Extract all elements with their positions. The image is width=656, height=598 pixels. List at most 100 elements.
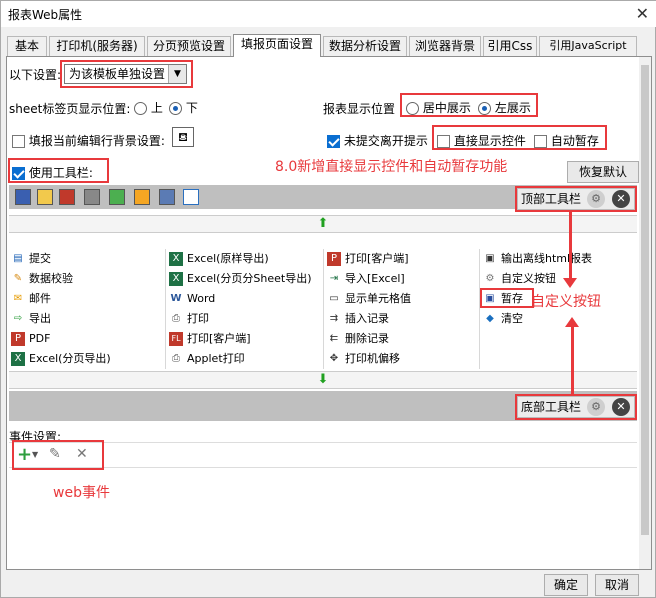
insert-row-icon: ⇉ — [329, 313, 339, 324]
item-excel-page[interactable]: X Excel(分页导出) — [9, 349, 111, 369]
flash-print-icon: FL — [169, 332, 183, 346]
mail-icon — [134, 189, 150, 205]
import-icon: ⇥ — [329, 273, 339, 284]
submit-icon: ▤ — [13, 253, 23, 264]
new-feature-annotation: 8.0新增直接显示控件和自动暂存功能 — [275, 159, 508, 175]
highlight-box — [400, 93, 538, 117]
tab-css[interactable]: 引用Css — [483, 36, 537, 56]
item-label: 输出离线html报表 — [501, 252, 593, 265]
item-custom-button[interactable]: ⚙ 自定义按钮 — [481, 269, 556, 289]
cell-icon: ▭ — [329, 293, 339, 304]
tab-javascript[interactable]: 引用JavaScript — [539, 36, 637, 56]
sheet-top-radio[interactable]: 上 — [134, 99, 163, 116]
excel-icon: X — [11, 352, 25, 366]
item-label: Excel(原样导出) — [187, 252, 269, 265]
move-icon: ✥ — [329, 353, 339, 364]
item-show-cell-value[interactable]: ▭ 显示单元格值 — [325, 289, 411, 309]
save-icon — [15, 189, 31, 205]
item-print-client[interactable]: P 打印[客户端] — [325, 249, 409, 269]
item-print[interactable]: ⎙ 打印 — [167, 309, 209, 329]
annotation-arrow — [571, 323, 574, 396]
item-label: 删除记录 — [345, 332, 389, 345]
tree-icon — [159, 189, 175, 205]
scrollbar-track[interactable] — [639, 57, 651, 569]
sheet-position-label: sheet标签页显示位置: — [9, 102, 131, 116]
applet-print-icon: ⎙ — [172, 353, 180, 364]
item-label: 打印[客户端] — [345, 252, 409, 265]
item-print-client-2[interactable]: FL 打印[客户端] — [167, 329, 251, 349]
tab-bar: 基本 打印机(服务器) 分页预览设置 填报页面设置 数据分析设置 浏览器背景 引… — [7, 34, 653, 57]
delete-row-icon: ⇇ — [329, 333, 339, 344]
tab-data-analysis[interactable]: 数据分析设置 — [323, 36, 407, 56]
sheet-bottom-label: 下 — [185, 101, 198, 115]
window-icon — [183, 189, 199, 205]
item-delete-record[interactable]: ⇇ 删除记录 — [325, 329, 389, 349]
cancel-button[interactable]: 取消 — [595, 574, 639, 596]
pencil-icon: ✎ — [13, 273, 23, 284]
excel-icon: X — [169, 272, 183, 286]
below-settings-label: 以下设置: — [9, 68, 62, 82]
item-label: PDF — [29, 332, 51, 345]
item-data-validate[interactable]: ✎ 数据校验 — [9, 269, 73, 289]
item-label: 插入记录 — [345, 312, 389, 325]
export-icon — [109, 189, 125, 205]
fill-bg-label: 填报当前编辑行背景设置: — [28, 134, 165, 148]
item-label: Applet打印 — [187, 352, 245, 365]
item-label: Excel(分页导出) — [29, 352, 111, 365]
highlight-box — [60, 60, 193, 88]
item-label: 显示单元格值 — [345, 292, 411, 305]
arrow-head-up-icon — [565, 317, 579, 327]
item-excel-sheet[interactable]: X Excel(分页分Sheet导出) — [167, 269, 312, 289]
item-export[interactable]: ⇨ 导出 — [9, 309, 51, 329]
tab-basic[interactable]: 基本 — [7, 36, 47, 56]
item-label: 数据校验 — [29, 272, 73, 285]
move-up-arrow[interactable]: ⬆ — [9, 215, 637, 233]
export-icon: ⇨ — [13, 313, 23, 324]
tab-printer-server[interactable]: 打印机(服务器) — [49, 36, 145, 56]
highlight-box — [480, 288, 534, 308]
eraser-icon: ◆ — [486, 313, 494, 324]
pencil-icon — [37, 189, 53, 205]
item-applet-print[interactable]: ⎙ Applet打印 — [167, 349, 245, 369]
item-printer-offset[interactable]: ✥ 打印机偏移 — [325, 349, 400, 369]
paint-bucket-icon[interactable]: ⛾ — [172, 127, 194, 147]
move-down-arrow[interactable]: ⬇ — [9, 371, 637, 389]
flash-print-icon — [59, 189, 75, 205]
annotation-arrow — [569, 212, 572, 284]
tab-fill-page[interactable]: 填报页面设置 — [233, 34, 321, 57]
tab-browser-bg[interactable]: 浏览器背景 — [409, 36, 481, 56]
document-icon: ▣ — [485, 253, 495, 264]
window-title: 报表Web属性 — [8, 8, 83, 22]
item-label: 导入[Excel] — [345, 272, 405, 285]
ok-button[interactable]: 确定 — [544, 574, 588, 596]
restore-default-button[interactable]: 恢复默认 — [567, 161, 639, 183]
item-mail[interactable]: ✉ 邮件 — [9, 289, 51, 309]
item-word[interactable]: W Word — [167, 289, 215, 309]
fill-bg-checkbox[interactable]: 填报当前编辑行背景设置: — [12, 132, 165, 149]
close-icon[interactable]: ✕ — [636, 4, 649, 23]
print-icon: ⎙ — [172, 313, 180, 324]
item-clear[interactable]: ◆ 清空 — [481, 309, 523, 329]
item-label: 清空 — [501, 312, 523, 325]
item-offline-html[interactable]: ▣ 输出离线html报表 — [481, 249, 592, 269]
item-pdf[interactable]: P PDF — [9, 329, 50, 349]
item-label: 提交 — [29, 252, 51, 265]
item-excel-original[interactable]: X Excel(原样导出) — [167, 249, 269, 269]
item-import-excel[interactable]: ⇥ 导入[Excel] — [325, 269, 405, 289]
pdf-print-icon: P — [327, 252, 341, 266]
arrow-head-down-icon — [563, 278, 577, 288]
tab-page-preview[interactable]: 分页预览设置 — [147, 36, 231, 56]
pdf-icon: P — [11, 332, 25, 346]
dialog-window: 报表Web属性 ✕ 基本 打印机(服务器) 分页预览设置 填报页面设置 数据分析… — [0, 0, 656, 598]
item-submit[interactable]: ▤ 提交 — [9, 249, 51, 269]
unsubmitted-checkbox[interactable]: 未提交离开提示 — [327, 132, 428, 149]
report-position-label: 报表显示位置 — [323, 102, 396, 116]
highlight-box — [8, 158, 109, 183]
sheet-bottom-radio[interactable]: 下 — [169, 99, 198, 116]
unsubmitted-label: 未提交离开提示 — [343, 134, 428, 148]
item-insert-record[interactable]: ⇉ 插入记录 — [325, 309, 389, 329]
print-icon — [84, 189, 100, 205]
item-label: 导出 — [29, 312, 51, 325]
title-bar: 报表Web属性 ✕ — [1, 1, 656, 27]
scrollbar-thumb[interactable] — [641, 65, 649, 535]
